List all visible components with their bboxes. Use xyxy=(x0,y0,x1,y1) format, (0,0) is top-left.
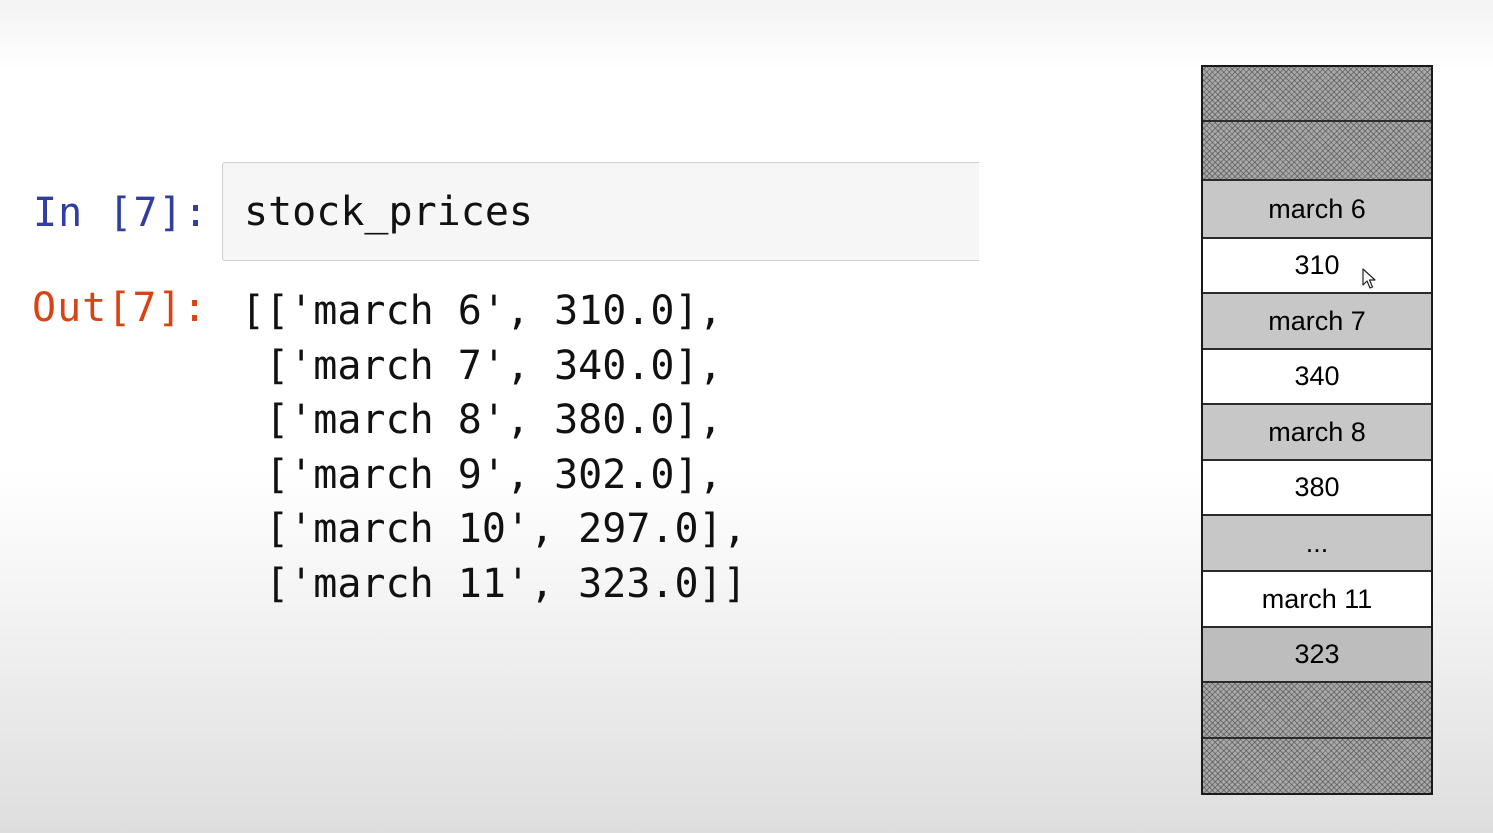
output-line: ['march 11', 323.0]] xyxy=(241,560,747,607)
memory-cell-unused xyxy=(1203,739,1431,793)
code-input-text[interactable]: stock_prices xyxy=(244,187,533,237)
output-line: ['march 9', 302.0], xyxy=(241,451,723,498)
input-prompt: In [7]: xyxy=(33,190,209,236)
output-line: ['march 10', 297.0], xyxy=(241,506,747,552)
memory-cell-price: 380 xyxy=(1203,461,1431,516)
memory-cell-date: march 8 xyxy=(1203,405,1431,461)
code-input-cell[interactable]: stock_prices xyxy=(222,162,979,261)
memory-cell-date: march 6 xyxy=(1203,181,1431,239)
output-line: ['march 7', 340.0], xyxy=(241,342,723,389)
memory-cell-price: 310 xyxy=(1203,239,1431,294)
output-prompt: Out[7]: xyxy=(32,285,208,331)
memory-cell-price: 323 xyxy=(1203,628,1431,683)
memory-cell-date: march 11 xyxy=(1203,572,1431,628)
memory-cell-price: 340 xyxy=(1203,350,1431,405)
memory-cell-ellipsis: ... xyxy=(1203,516,1431,572)
memory-cell-unused xyxy=(1203,683,1431,739)
memory-cell-date: march 7 xyxy=(1203,294,1431,350)
mouse-cursor-icon xyxy=(1362,268,1376,289)
memory-cell-unused xyxy=(1203,67,1431,122)
output-line: ['march 8', 380.0], xyxy=(241,397,723,443)
memory-cell-unused xyxy=(1203,122,1431,181)
memory-layout-diagram: march 6 310 march 7 340 march 8 380 ... … xyxy=(1201,65,1433,795)
output-area: [['march 6', 310.0], ['march 7', 340.0],… xyxy=(241,284,747,611)
output-line: [['march 6', 310.0], xyxy=(241,288,723,334)
